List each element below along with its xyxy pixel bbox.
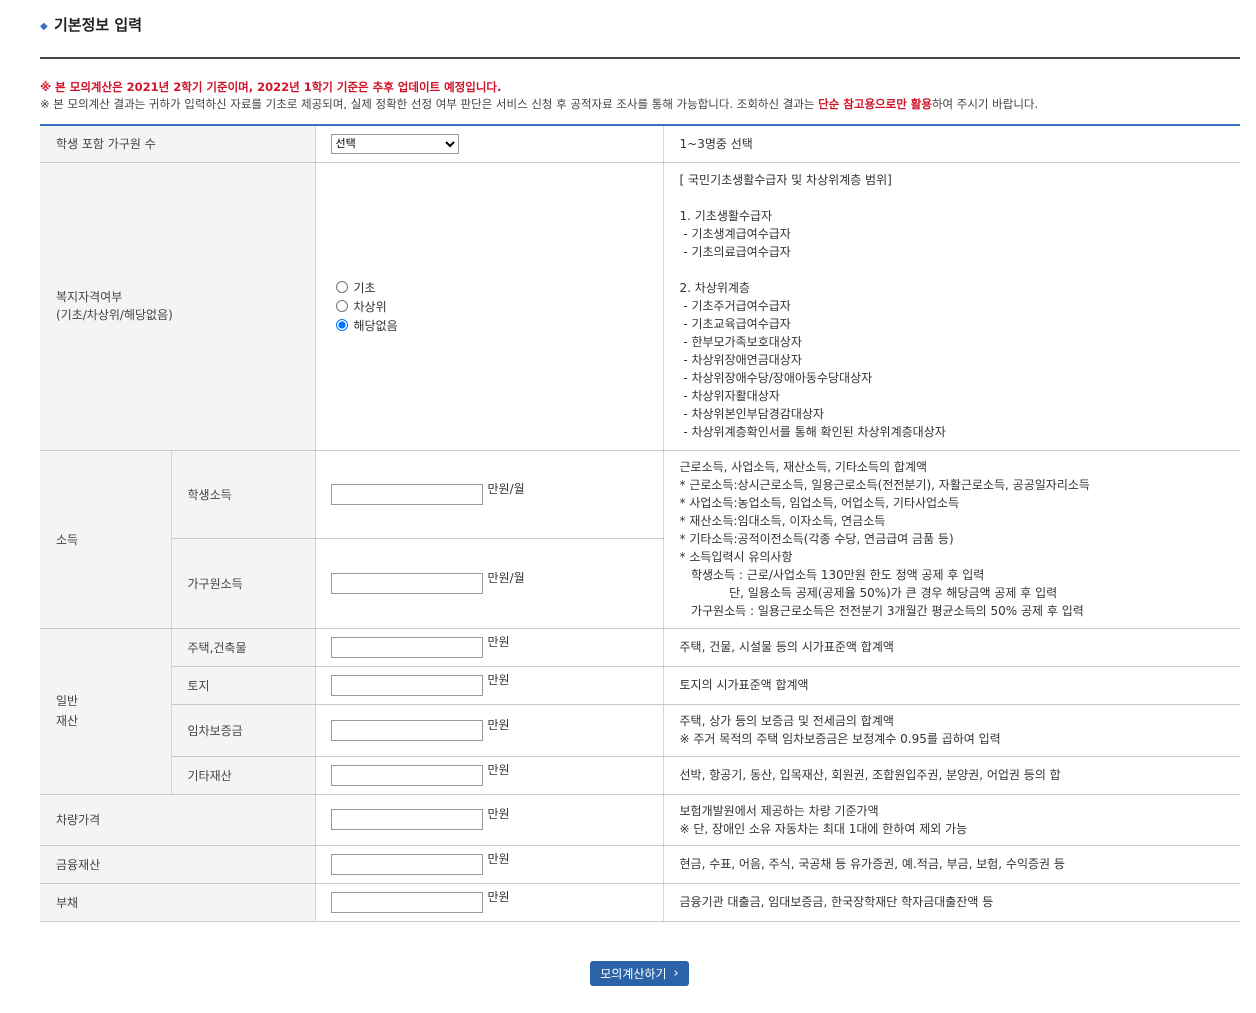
chevron-right-icon: › [673, 966, 679, 981]
asset-row-other: 기타재산 만원 선박, 항공기, 동산, 입목재산, 회원권, 조합원입주권, … [40, 756, 1241, 795]
vehicle-row: 차량가격 만원 보험개발원에서 제공하는 차량 기준가액 ※ 단, 장애인 소유… [40, 794, 1241, 846]
financial-row: 금융재산 만원 현금, 수표, 어음, 주식, 국공채 등 유가증권, 예.적금… [40, 845, 1241, 884]
income-desc: 근로소득, 사업소득, 재산소득, 기타소득의 합계액 * 근로소득:상시근로소… [663, 450, 1241, 629]
basic-info-form: 학생 포함 가구원 수 선택 1~3명중 선택 복지자격여부 (기초/차상위/해… [40, 124, 1241, 922]
financial-input[interactable] [330, 853, 483, 875]
notice-highlight: 단순 참고용으로만 활용 [818, 97, 932, 111]
vehicle-desc: 보험개발원에서 제공하는 차량 기준가액 ※ 단, 장애인 소유 자동차는 최대… [663, 794, 1241, 846]
household-count-select[interactable]: 선택 [330, 133, 459, 154]
notice-text: ※ 본 모의계산 결과는 귀하가 입력하신 자료를 기초로 제공되며, 실제 정… [40, 97, 819, 111]
vehicle-label: 차량가격 [40, 794, 316, 846]
other-assets-input[interactable] [330, 764, 483, 786]
radio-option-none[interactable]: 해당없음 [331, 316, 663, 335]
deposit-label: 임차보증금 [171, 704, 316, 757]
income-group-label: 소득 [40, 450, 172, 629]
deposit-desc: 주택, 상가 등의 보증금 및 전세금의 합계액 ※ 주거 목적의 주택 임차보… [663, 704, 1241, 757]
debt-input[interactable] [330, 891, 483, 913]
simulate-button-label: 모의계산하기 [600, 967, 667, 981]
unit-label: 만원 [487, 851, 510, 866]
simulate-button[interactable]: 모의계산하기 › [590, 961, 689, 986]
debt-label: 부채 [40, 883, 316, 922]
notice-disclaimer: ※ 본 모의계산 결과는 귀하가 입력하신 자료를 기초로 제공되며, 실제 정… [40, 96, 1250, 112]
other-assets-label: 기타재산 [171, 756, 316, 795]
welfare-row: 복지자격여부 (기초/차상위/해당없음) 기초 차상위 해당없음 [ 국민기초생… [40, 162, 1241, 451]
welfare-label-line2: (기초/차상위/해당없음) [56, 308, 173, 322]
general-assets-label-line1: 일반 [56, 694, 79, 708]
unit-label: 만원 [487, 807, 510, 821]
welfare-label: 복지자격여부 (기초/차상위/해당없음) [40, 162, 316, 451]
debt-row: 부채 만원 금융기관 대출금, 임대보증금, 한국장학재단 학자금대출잔액 등 [40, 883, 1241, 922]
household-count-row: 학생 포함 가구원 수 선택 1~3명중 선택 [40, 125, 1241, 163]
asset-row-land: 토지 만원 토지의 시가표준액 합계액 [40, 666, 1241, 705]
page-title: 기본정보 입력 [54, 16, 143, 34]
household-count-label: 학생 포함 가구원 수 [40, 125, 316, 163]
welfare-label-line1: 복지자격여부 [56, 290, 123, 304]
land-label: 토지 [171, 666, 316, 705]
household-count-desc: 1~3명중 선택 [663, 125, 1241, 163]
welfare-desc: [ 국민기초생활수급자 및 차상위계층 범위] 1. 기초생활수급자 - 기초생… [663, 162, 1241, 451]
section-header: ◆ 기본정보 입력 [40, 12, 1240, 59]
debt-desc: 금융기관 대출금, 임대보증금, 한국장학재단 학자금대출잔액 등 [663, 883, 1241, 922]
unit-label: 만원 [487, 762, 510, 777]
diamond-bullet-icon: ◆ [40, 21, 48, 32]
general-assets-label: 일반 재산 [40, 628, 172, 795]
notice-update: ※ 본 모의계산은 2021년 2학기 기준이며, 2022년 1학기 기준은 … [40, 80, 502, 94]
financial-desc: 현금, 수표, 어음, 주식, 국공채 등 유가증권, 예.적금, 부금, 보험… [663, 845, 1241, 884]
building-desc: 주택, 건물, 시설물 등의 시가표준액 합계액 [663, 628, 1241, 667]
unit-label: 만원/월 [487, 481, 525, 496]
other-assets-desc: 선박, 항공기, 동산, 입목재산, 회원권, 조합원입주권, 분양권, 어업권… [663, 756, 1241, 795]
notice-text-end: 하여 주시기 바랍니다. [931, 97, 1039, 111]
unit-label: 만원 [487, 717, 510, 732]
household-income-input[interactable] [330, 572, 483, 594]
radio-option-basic[interactable]: 기초 [331, 278, 663, 297]
vehicle-input[interactable] [330, 809, 483, 830]
radio-option-near-poor[interactable]: 차상위 [331, 297, 663, 316]
unit-label: 만원 [487, 634, 510, 649]
household-income-label: 가구원소득 [171, 538, 316, 629]
unit-label: 만원 [487, 889, 510, 904]
building-input[interactable] [330, 636, 483, 658]
deposit-input[interactable] [330, 719, 483, 741]
student-income-row: 소득 학생소득 만원/월 근로소득, 사업소득, 재산소득, 기타소득의 합계액… [40, 450, 1241, 629]
land-input[interactable] [330, 674, 483, 696]
building-label: 주택,건축물 [171, 628, 316, 667]
land-desc: 토지의 시가표준액 합계액 [663, 666, 1241, 705]
asset-row-deposit: 임차보증금 만원 주택, 상가 등의 보증금 및 전세금의 합계액 ※ 주거 목… [40, 704, 1241, 757]
welfare-options: 기초 차상위 해당없음 [315, 162, 664, 451]
student-income-input[interactable] [330, 483, 483, 505]
general-assets-label-line2: 재산 [56, 714, 79, 728]
student-income-label: 학생소득 [171, 450, 316, 539]
asset-row-building: 일반 재산 주택,건축물 만원 주택, 건물, 시설물 등의 시가표준액 합계액 [40, 628, 1241, 795]
financial-label: 금융재산 [40, 845, 316, 884]
unit-label: 만원 [487, 672, 510, 687]
unit-label: 만원/월 [487, 570, 525, 585]
